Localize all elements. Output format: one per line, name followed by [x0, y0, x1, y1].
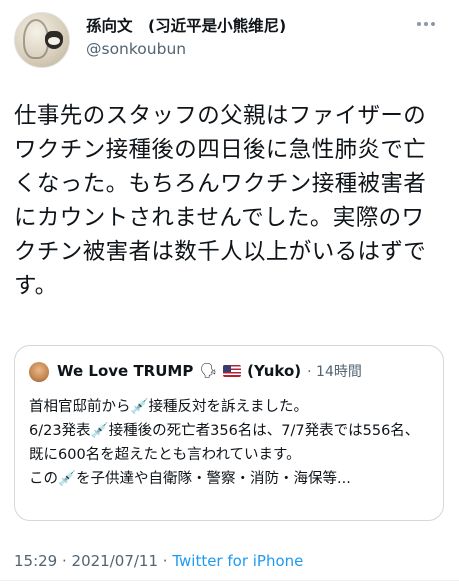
tweet-time[interactable]: 15:29 [14, 552, 57, 570]
quoted-author-suffix: (Yuko) [247, 362, 302, 380]
quoted-user-avatar [29, 362, 49, 382]
divider [0, 580, 459, 581]
quoted-time-ago: · 14時間 [307, 364, 362, 380]
speaking-head-icon: 🗣 [199, 363, 218, 379]
more-dot [417, 22, 421, 26]
user-display-name[interactable]: 孫向文 (习近平是小熊维尼) [86, 14, 286, 36]
avatar-cat-face [48, 37, 60, 45]
tweet-date[interactable]: 2021/07/11 [72, 552, 158, 570]
tweet-text: 仕事先のスタッフの父親はファイザーのワクチン接種後の四日後に急性肺炎で亡くなった… [14, 103, 427, 299]
quoted-author: We Love TRUMP 🗣 (Yuko) · 14時間 [57, 361, 362, 381]
tweet-source-link[interactable]: Twitter for iPhone [172, 552, 303, 570]
user-handle[interactable]: @sonkoubun [86, 40, 186, 58]
timestamp-separator: · [57, 552, 72, 570]
more-dot [424, 22, 428, 26]
tweet-header: 孫向文 (习近平是小熊维尼) @sonkoubun [0, 0, 459, 78]
user-avatar[interactable] [14, 12, 70, 68]
quoted-tweet-body: 首相官邸前から💉接種反対を訴えました。 6/23発表💉接種後の死亡者356名は、… [29, 399, 420, 487]
more-options-icon[interactable] [417, 18, 441, 30]
timestamp-separator: · [158, 552, 173, 570]
tweet-timestamp: 15:29 · 2021/07/11 · Twitter for iPhone [14, 552, 303, 570]
more-dot [431, 22, 435, 26]
quoted-tweet[interactable]: We Love TRUMP 🗣 (Yuko) · 14時間 首相官邸前から💉接種… [14, 345, 444, 521]
us-flag-icon [223, 365, 242, 377]
quoted-author-name: We Love TRUMP [57, 362, 194, 380]
